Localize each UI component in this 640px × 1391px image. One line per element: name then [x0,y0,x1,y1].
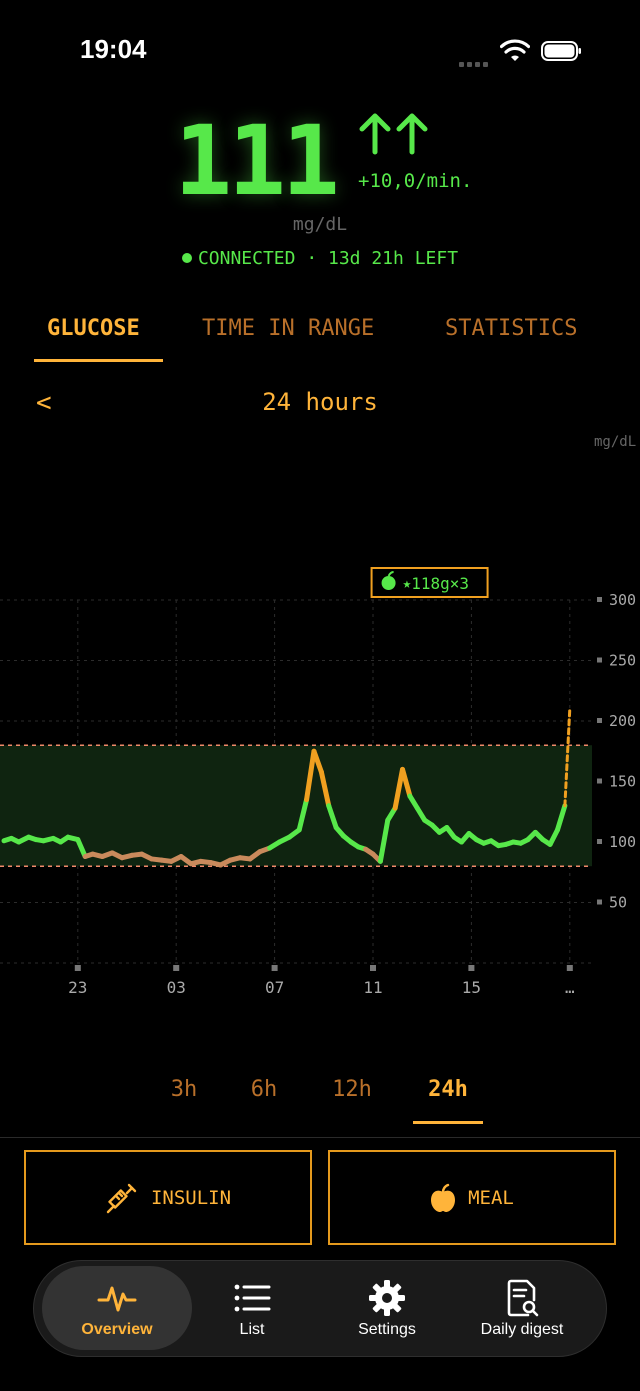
y-tick-label: 300 [609,591,636,609]
tab-statistics[interactable]: STATISTICS [445,316,577,341]
divider [0,1137,640,1138]
x-tick-label: 03 [167,978,186,997]
x-tick-marker [566,965,573,971]
y-tick-label: 200 [609,712,636,730]
x-tick-marker [271,965,278,971]
x-tick-marker [173,965,180,971]
nav-label: Overview [81,1321,153,1338]
y-tick-marker [597,657,602,663]
period-3h[interactable]: 3h [149,1077,219,1102]
insulin-button[interactable]: INSULIN [24,1150,312,1245]
nav-label: Daily digest [480,1321,564,1338]
apple-icon [381,576,396,590]
insulin-label: INSULIN [150,1186,232,1209]
glucose-value: 111 [174,105,339,217]
nav-list[interactable]: List [177,1266,327,1350]
x-tick-label: 23 [68,978,87,997]
y-tick-label: 100 [609,833,636,851]
document-search-icon [507,1279,539,1317]
x-tick-label: 07 [265,978,284,997]
sensor-remaining: · 13d 21h LEFT [306,248,459,269]
glucose-rate: +10,0/min. [358,170,473,192]
y-tick-label: 150 [609,773,636,791]
x-tick-marker [468,965,475,971]
target-range-band [0,745,592,867]
battery-icon [541,41,581,61]
glucose-unit: mg/dL [292,214,348,235]
x-tick-marker [370,965,376,971]
y-tick-label: 250 [609,652,636,670]
syringe-icon [106,1183,137,1213]
glucose-chart[interactable]: 50 100 150 200 250 300 23 03 07 11 15 … ⭑118g×3 [0,560,640,1000]
connection-label: CONNECTED [197,248,296,269]
meal-button[interactable]: MEAL [328,1150,616,1245]
nav-settings[interactable]: Settings [312,1266,462,1350]
meal-annotation-label: ⭑118g×3 [403,574,469,593]
meal-label: MEAL [468,1186,514,1209]
y-tick-marker [597,718,602,723]
wifi-icon [500,39,530,61]
status-dot-icon [181,253,192,263]
connection-status: CONNECTED · 13d 21h LEFT [0,248,640,269]
period-24h[interactable]: 24h [413,1077,483,1102]
y-tick-marker [597,839,602,844]
period-6h[interactable]: 6h [229,1077,299,1102]
y-tick-marker [597,778,602,784]
x-tick-label: … [565,978,575,997]
nav-daily-digest[interactable]: Daily digest [447,1266,597,1350]
status-time: 19:04 [80,34,147,64]
x-tick-label: 15 [462,978,481,997]
x-tick-marker [74,965,81,971]
nav-label: Settings [358,1321,416,1338]
gear-icon [369,1280,405,1316]
nav-label: List [239,1321,265,1338]
pulse-icon [97,1286,137,1312]
axis-unit-label: mg/dL [594,434,637,450]
y-tick-marker [597,899,602,905]
apple-icon [431,1183,456,1212]
period-12h[interactable]: 12h [317,1077,387,1102]
tab-active-indicator [34,359,163,362]
list-icon [234,1284,271,1312]
period-active-indicator [413,1121,483,1124]
range-title: 24 hours [262,388,378,416]
x-tick-label: 11 [363,978,382,997]
tab-time-in-range[interactable]: TIME IN RANGE [202,316,374,341]
y-tick-marker [597,597,602,602]
nav-overview[interactable]: Overview [42,1266,192,1350]
y-tick-label: 50 [609,894,627,912]
tab-glucose[interactable]: GLUCOSE [47,316,140,341]
cellular-signal-icon [459,54,491,67]
double-up-arrow-icon [359,113,428,155]
